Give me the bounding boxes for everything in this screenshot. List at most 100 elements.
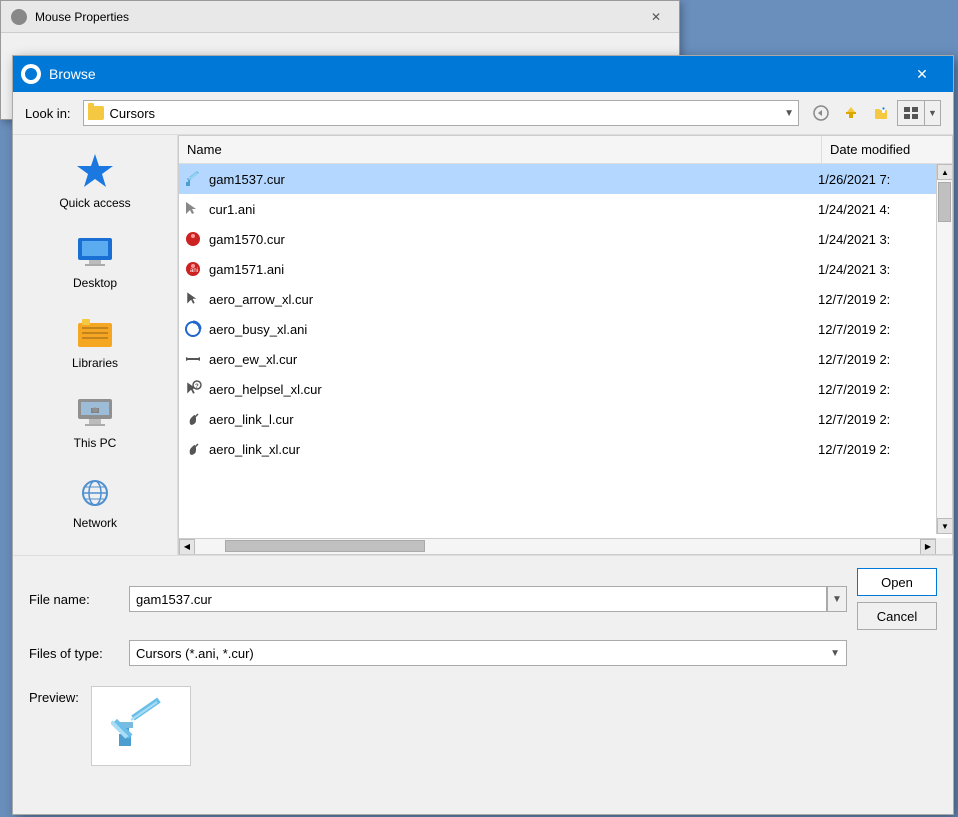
scrollbar-h-thumb[interactable] xyxy=(225,540,425,552)
file-name: aero_busy_xl.ani xyxy=(209,322,818,337)
file-icon: ? xyxy=(183,379,203,399)
quick-access-label: Quick access xyxy=(59,196,130,210)
network-icon xyxy=(75,472,115,512)
table-row[interactable]: ani gam1571.ani 1/24/2021 3: xyxy=(179,254,952,284)
files-of-type-label: Files of type: xyxy=(29,646,129,661)
file-icon xyxy=(183,349,203,369)
file-name-dropdown-arrow[interactable]: ▼ xyxy=(827,586,847,612)
sidebar-item-libraries[interactable]: Libraries xyxy=(13,303,177,379)
views-icon xyxy=(898,106,924,120)
mouse-title: Mouse Properties xyxy=(35,10,633,24)
file-date: 1/24/2021 3: xyxy=(818,262,948,277)
desktop-icon xyxy=(75,232,115,272)
open-button[interactable]: Open xyxy=(857,568,937,596)
look-in-value: Cursors xyxy=(110,106,781,121)
views-dropdown-arrow[interactable]: ▼ xyxy=(924,101,940,125)
file-date: 12/7/2019 2: xyxy=(818,382,948,397)
cancel-button[interactable]: Cancel xyxy=(857,602,937,630)
look-in-folder-icon xyxy=(88,106,104,120)
sidebar-item-desktop[interactable]: Desktop xyxy=(13,223,177,299)
up-button[interactable] xyxy=(837,100,865,126)
browse-title-bar: Browse ✕ xyxy=(13,56,953,92)
libraries-label: Libraries xyxy=(72,356,118,370)
file-icon xyxy=(183,319,203,339)
preview-label: Preview: xyxy=(29,690,79,705)
file-icon xyxy=(183,439,203,459)
browse-sidebar: Quick access Desktop xyxy=(13,135,178,555)
open-cancel-buttons: Open Cancel xyxy=(857,568,937,630)
files-of-type-dropdown[interactable]: Cursors (*.ani, *.cur) ▼ xyxy=(129,640,847,666)
file-name-row: File name: ▼ Open Cancel xyxy=(29,568,937,630)
svg-text:ani: ani xyxy=(190,268,198,274)
file-date: 12/7/2019 2: xyxy=(818,442,948,457)
browse-dialog: Browse ✕ Look in: Cursors ▼ xyxy=(12,55,954,815)
mouse-title-bar: Mouse Properties ✕ xyxy=(1,1,679,33)
scroll-left-button[interactable]: ◀ xyxy=(179,539,195,555)
scrollbar-thumb[interactable] xyxy=(938,182,951,222)
files-of-type-row: Files of type: Cursors (*.ani, *.cur) ▼ xyxy=(29,640,937,666)
mouse-icon xyxy=(11,9,27,25)
scroll-right-button[interactable]: ▶ xyxy=(920,539,936,555)
table-row[interactable]: ? aero_helpsel_xl.cur 12/7/2019 2: xyxy=(179,374,952,404)
file-date: 1/24/2021 3: xyxy=(818,232,948,247)
back-button[interactable] xyxy=(807,100,835,126)
file-date: 12/7/2019 2: xyxy=(818,322,948,337)
file-icon xyxy=(183,199,203,219)
horizontal-scrollbar[interactable]: ◀ ▶ xyxy=(179,538,936,554)
table-row[interactable]: aero_link_l.cur 12/7/2019 2: xyxy=(179,404,952,434)
table-row[interactable]: aero_ew_xl.cur 12/7/2019 2: xyxy=(179,344,952,374)
file-name: gam1537.cur xyxy=(209,172,818,187)
sidebar-item-quick-access[interactable]: Quick access xyxy=(13,143,177,219)
look-in-dropdown[interactable]: Cursors ▼ xyxy=(83,100,799,126)
scrollbar-h-track[interactable] xyxy=(195,539,920,554)
table-row[interactable]: gam1570.cur 1/24/2021 3: xyxy=(179,224,952,254)
file-list-header: Name Date modified xyxy=(179,136,952,164)
toolbar-buttons: ▼ xyxy=(807,100,941,126)
scrollbar-track[interactable] xyxy=(937,180,952,518)
file-name-input-wrap: ▼ xyxy=(129,586,847,612)
mouse-close-button[interactable]: ✕ xyxy=(633,1,679,33)
libraries-icon xyxy=(75,312,115,352)
file-name-label: File name: xyxy=(29,592,129,607)
scroll-up-button[interactable]: ▲ xyxy=(937,164,953,180)
file-name-input[interactable] xyxy=(129,586,827,612)
table-row[interactable]: aero_link_xl.cur 12/7/2019 2: xyxy=(179,434,952,464)
browse-title: Browse xyxy=(49,66,899,82)
browse-dialog-icon xyxy=(21,64,41,84)
file-name: aero_link_xl.cur xyxy=(209,442,818,457)
file-icon xyxy=(183,169,203,189)
file-date: 12/7/2019 2: xyxy=(818,412,948,427)
preview-cursor-image xyxy=(111,696,171,756)
scroll-down-button[interactable]: ▼ xyxy=(937,518,953,534)
table-row[interactable]: aero_arrow_xl.cur 12/7/2019 2: xyxy=(179,284,952,314)
look-in-label: Look in: xyxy=(25,106,71,121)
column-name[interactable]: Name xyxy=(179,136,822,163)
table-row[interactable]: cur1.ani 1/24/2021 4: xyxy=(179,194,952,224)
column-date[interactable]: Date modified xyxy=(822,136,952,163)
browse-close-button[interactable]: ✕ xyxy=(899,56,945,92)
file-name: aero_link_l.cur xyxy=(209,412,818,427)
browse-content: Quick access Desktop xyxy=(13,135,953,555)
sidebar-item-this-pc[interactable]: This PC xyxy=(13,383,177,459)
views-button[interactable]: ▼ xyxy=(897,100,941,126)
sidebar-item-network[interactable]: Network xyxy=(13,463,177,539)
preview-box xyxy=(91,686,191,766)
file-icon xyxy=(183,289,203,309)
file-name: aero_arrow_xl.cur xyxy=(209,292,818,307)
file-date: 12/7/2019 2: xyxy=(818,292,948,307)
files-of-type-input-wrap: Cursors (*.ani, *.cur) ▼ xyxy=(129,640,847,666)
file-date: 1/24/2021 4: xyxy=(818,202,948,217)
file-name: gam1570.cur xyxy=(209,232,818,247)
table-row[interactable]: aero_busy_xl.ani 12/7/2019 2: xyxy=(179,314,952,344)
network-label: Network xyxy=(73,516,117,530)
browse-toolbar: Look in: Cursors ▼ xyxy=(13,92,953,135)
create-folder-button[interactable] xyxy=(867,100,895,126)
file-name: gam1571.ani xyxy=(209,262,818,277)
this-pc-icon xyxy=(75,392,115,432)
table-row[interactable]: gam1537.cur 1/26/2021 7: xyxy=(179,164,952,194)
desktop-label: Desktop xyxy=(73,276,117,290)
file-icon xyxy=(183,229,203,249)
scrollbar-corner xyxy=(936,538,952,554)
vertical-scrollbar[interactable]: ▲ ▼ xyxy=(936,164,952,534)
file-rows: gam1537.cur 1/26/2021 7: cur1.ani 1/24/2… xyxy=(179,164,952,538)
